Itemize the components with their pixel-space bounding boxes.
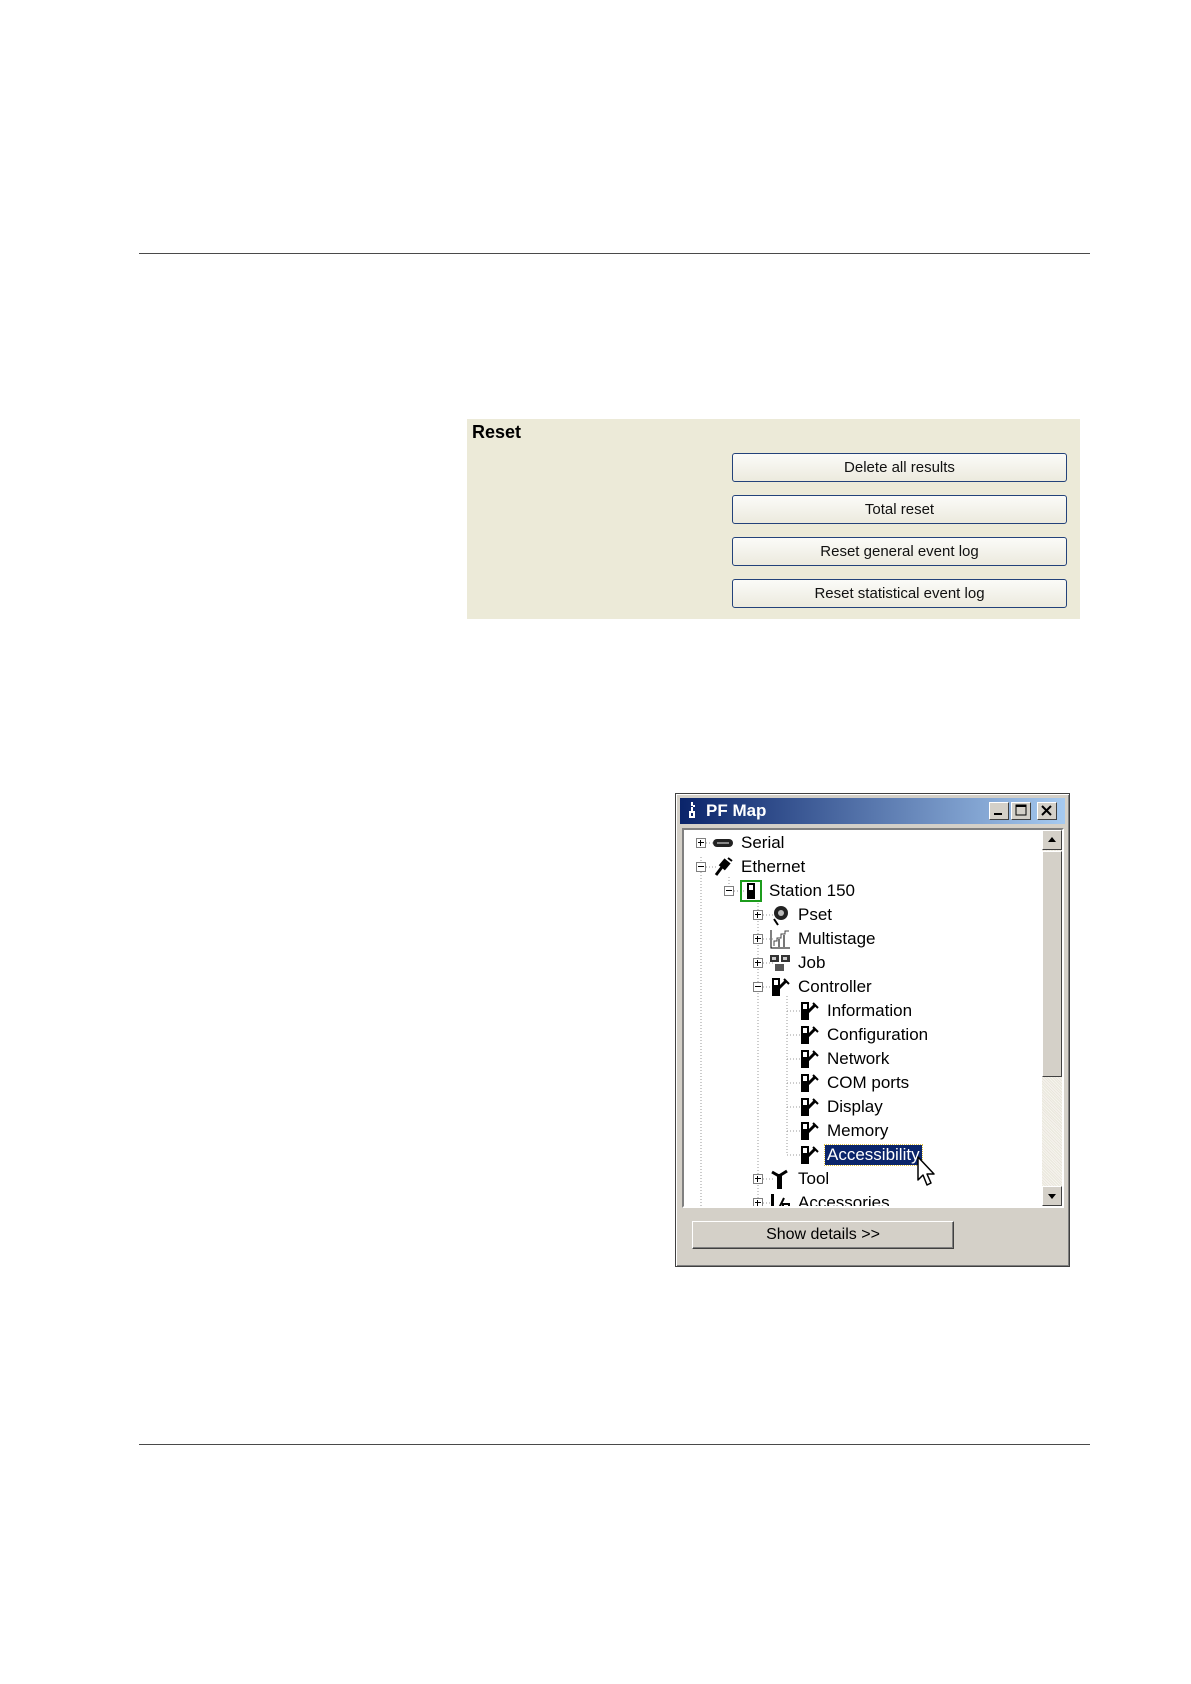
tree-node-controller[interactable]: Controller [753, 976, 874, 998]
scroll-thumb[interactable] [1042, 851, 1062, 1077]
title-bar[interactable]: PF Map [680, 798, 1065, 824]
scroll-up-button[interactable] [1042, 830, 1062, 850]
minimize-button[interactable] [989, 802, 1009, 820]
serial-port-icon [713, 839, 733, 847]
close-button[interactable] [1037, 802, 1057, 820]
arrow-down-icon [1048, 1194, 1056, 1199]
pf-map-app-icon [689, 802, 695, 818]
controller-icon [801, 1074, 819, 1092]
controller-icon [801, 1098, 819, 1116]
maximize-icon [1015, 804, 1027, 816]
tree-node-label: Station 150 [769, 881, 856, 900]
arrow-up-icon [1048, 837, 1056, 842]
tree-node-job[interactable]: Job [753, 952, 827, 974]
controller-icon [801, 1050, 819, 1068]
tree-node-configuration[interactable]: Configuration [798, 1024, 930, 1046]
tree-node-pset[interactable]: Pset [753, 904, 834, 926]
delete-all-results-button[interactable]: Delete all results [732, 453, 1067, 482]
tree-node-label: Pset [798, 905, 833, 924]
expand-plus-icon[interactable] [696, 838, 706, 848]
tree-node-label: Memory [827, 1121, 889, 1140]
expand-plus-icon[interactable] [753, 934, 763, 944]
total-reset-button[interactable]: Total reset [732, 495, 1067, 524]
tree-node-ethernet[interactable]: Ethernet [696, 856, 807, 878]
tree-node-label-selected: Accessibility [824, 1144, 923, 1166]
vertical-scrollbar[interactable] [1042, 830, 1062, 1206]
tree-node-label: Display [827, 1097, 883, 1116]
mouse-cursor-icon [917, 1156, 935, 1186]
tree-node-serial[interactable]: Serial [696, 832, 786, 854]
expand-plus-icon[interactable] [753, 1174, 763, 1184]
show-details-button[interactable]: Show details >> [692, 1221, 954, 1249]
collapse-minus-icon[interactable] [696, 862, 706, 872]
tree-node-multistage[interactable]: Multistage [753, 928, 877, 950]
tree-node-label: Tool [798, 1169, 830, 1188]
tree-node-information[interactable]: Information [798, 1000, 914, 1022]
tree-node-label: Network [827, 1049, 890, 1068]
controller-icon [801, 1002, 819, 1020]
tree-node-label: Information [827, 1001, 913, 1020]
minimize-icon [994, 813, 1002, 815]
pset-icon [773, 906, 788, 926]
expand-plus-icon[interactable] [753, 958, 763, 968]
close-icon [1041, 805, 1052, 816]
controller-icon [801, 1122, 819, 1140]
accessories-icon [771, 1194, 790, 1206]
tree-node-label: Job [798, 953, 826, 972]
tool-icon [771, 1169, 788, 1189]
tree-node-accessibility[interactable]: Accessibility [798, 1144, 923, 1166]
reset-general-event-log-button[interactable]: Reset general event log [732, 537, 1067, 566]
reset-statistical-event-log-button[interactable]: Reset statistical event log [732, 579, 1067, 608]
pf-map-tree: Serial Ethernet Station 150 Pset Multist… [682, 828, 1064, 1208]
multistage-icon [770, 930, 790, 949]
ethernet-plug-icon [714, 857, 733, 876]
tree-node-station-150[interactable]: Station 150 [724, 880, 857, 902]
expand-plus-icon[interactable] [753, 1198, 763, 1206]
tree-node-memory[interactable]: Memory [798, 1120, 890, 1142]
job-icon [770, 955, 790, 971]
controller-icon [772, 978, 790, 996]
reset-title: Reset [472, 422, 522, 442]
bottom-rule [139, 1444, 1090, 1445]
expand-plus-icon[interactable] [753, 910, 763, 920]
window-title: PF Map [706, 801, 767, 820]
tree-node-label: Accessories [798, 1193, 890, 1208]
collapse-minus-icon[interactable] [753, 982, 763, 992]
station-icon [740, 880, 762, 902]
tree-node-display[interactable]: Display [798, 1096, 885, 1118]
tree-node-label: Configuration [827, 1025, 929, 1044]
tree-node-label: Multistage [798, 929, 876, 948]
tree-node-label: COM ports [827, 1073, 910, 1092]
pf-map-window: PF Map Serial Ethernet Station 150 Pset … [675, 793, 1070, 1267]
tree-node-label: Ethernet [741, 857, 806, 876]
reset-panel: Reset Delete all results Total reset Res… [467, 419, 1080, 619]
controller-icon [801, 1146, 819, 1164]
scroll-down-button[interactable] [1042, 1186, 1062, 1206]
tree-node-accessories[interactable]: Accessories [753, 1192, 892, 1208]
collapse-minus-icon[interactable] [724, 886, 734, 896]
controller-icon [801, 1026, 819, 1044]
tree-node-com-ports[interactable]: COM ports [798, 1072, 911, 1094]
tree-node-label: Serial [741, 833, 785, 852]
tree-node-network[interactable]: Network [798, 1048, 891, 1070]
tree-node-label: Controller [798, 977, 872, 996]
top-rule [139, 253, 1090, 254]
maximize-button[interactable] [1011, 802, 1031, 820]
tree-node-tool[interactable]: Tool [753, 1168, 831, 1190]
